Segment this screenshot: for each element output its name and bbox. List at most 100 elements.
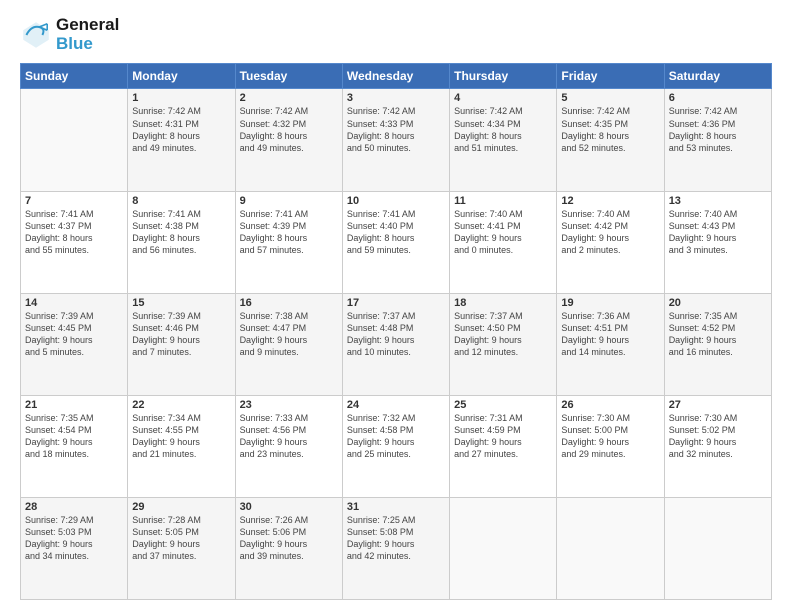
calendar-cell: 6Sunrise: 7:42 AM Sunset: 4:36 PM Daylig…	[664, 89, 771, 191]
calendar-cell	[450, 497, 557, 599]
week-row-5: 28Sunrise: 7:29 AM Sunset: 5:03 PM Dayli…	[21, 497, 772, 599]
week-row-3: 14Sunrise: 7:39 AM Sunset: 4:45 PM Dayli…	[21, 293, 772, 395]
week-row-4: 21Sunrise: 7:35 AM Sunset: 4:54 PM Dayli…	[21, 395, 772, 497]
day-info: Sunrise: 7:28 AM Sunset: 5:05 PM Dayligh…	[132, 514, 230, 563]
day-info: Sunrise: 7:42 AM Sunset: 4:35 PM Dayligh…	[561, 105, 659, 154]
day-info: Sunrise: 7:41 AM Sunset: 4:40 PM Dayligh…	[347, 208, 445, 257]
calendar-cell: 1Sunrise: 7:42 AM Sunset: 4:31 PM Daylig…	[128, 89, 235, 191]
day-info: Sunrise: 7:40 AM Sunset: 4:43 PM Dayligh…	[669, 208, 767, 257]
weekday-header-tuesday: Tuesday	[235, 64, 342, 89]
calendar-cell: 7Sunrise: 7:41 AM Sunset: 4:37 PM Daylig…	[21, 191, 128, 293]
day-info: Sunrise: 7:29 AM Sunset: 5:03 PM Dayligh…	[25, 514, 123, 563]
day-info: Sunrise: 7:26 AM Sunset: 5:06 PM Dayligh…	[240, 514, 338, 563]
weekday-header-wednesday: Wednesday	[342, 64, 449, 89]
day-number: 15	[132, 297, 230, 309]
calendar-cell: 12Sunrise: 7:40 AM Sunset: 4:42 PM Dayli…	[557, 191, 664, 293]
day-number: 3	[347, 92, 445, 104]
week-row-2: 7Sunrise: 7:41 AM Sunset: 4:37 PM Daylig…	[21, 191, 772, 293]
calendar-cell	[557, 497, 664, 599]
weekday-header-saturday: Saturday	[664, 64, 771, 89]
day-number: 2	[240, 92, 338, 104]
day-info: Sunrise: 7:35 AM Sunset: 4:52 PM Dayligh…	[669, 310, 767, 359]
calendar-cell: 8Sunrise: 7:41 AM Sunset: 4:38 PM Daylig…	[128, 191, 235, 293]
day-number: 4	[454, 92, 552, 104]
day-number: 24	[347, 399, 445, 411]
day-number: 31	[347, 501, 445, 513]
day-number: 21	[25, 399, 123, 411]
day-number: 7	[25, 195, 123, 207]
day-number: 17	[347, 297, 445, 309]
day-number: 16	[240, 297, 338, 309]
day-info: Sunrise: 7:40 AM Sunset: 4:42 PM Dayligh…	[561, 208, 659, 257]
day-number: 26	[561, 399, 659, 411]
calendar-cell: 10Sunrise: 7:41 AM Sunset: 4:40 PM Dayli…	[342, 191, 449, 293]
day-info: Sunrise: 7:31 AM Sunset: 4:59 PM Dayligh…	[454, 412, 552, 461]
day-info: Sunrise: 7:40 AM Sunset: 4:41 PM Dayligh…	[454, 208, 552, 257]
calendar-cell: 14Sunrise: 7:39 AM Sunset: 4:45 PM Dayli…	[21, 293, 128, 395]
calendar-cell: 21Sunrise: 7:35 AM Sunset: 4:54 PM Dayli…	[21, 395, 128, 497]
day-info: Sunrise: 7:37 AM Sunset: 4:50 PM Dayligh…	[454, 310, 552, 359]
calendar-cell: 27Sunrise: 7:30 AM Sunset: 5:02 PM Dayli…	[664, 395, 771, 497]
calendar-cell: 23Sunrise: 7:33 AM Sunset: 4:56 PM Dayli…	[235, 395, 342, 497]
day-number: 8	[132, 195, 230, 207]
day-number: 12	[561, 195, 659, 207]
day-info: Sunrise: 7:30 AM Sunset: 5:02 PM Dayligh…	[669, 412, 767, 461]
day-number: 20	[669, 297, 767, 309]
day-number: 13	[669, 195, 767, 207]
day-info: Sunrise: 7:33 AM Sunset: 4:56 PM Dayligh…	[240, 412, 338, 461]
logo-text: General Blue	[56, 16, 119, 53]
day-info: Sunrise: 7:32 AM Sunset: 4:58 PM Dayligh…	[347, 412, 445, 461]
page: General Blue SundayMondayTuesdayWednesda…	[0, 0, 792, 612]
day-number: 1	[132, 92, 230, 104]
day-number: 11	[454, 195, 552, 207]
calendar-cell: 4Sunrise: 7:42 AM Sunset: 4:34 PM Daylig…	[450, 89, 557, 191]
week-row-1: 1Sunrise: 7:42 AM Sunset: 4:31 PM Daylig…	[21, 89, 772, 191]
day-info: Sunrise: 7:42 AM Sunset: 4:31 PM Dayligh…	[132, 105, 230, 154]
weekday-header-row: SundayMondayTuesdayWednesdayThursdayFrid…	[21, 64, 772, 89]
day-number: 28	[25, 501, 123, 513]
day-info: Sunrise: 7:42 AM Sunset: 4:33 PM Dayligh…	[347, 105, 445, 154]
day-info: Sunrise: 7:35 AM Sunset: 4:54 PM Dayligh…	[25, 412, 123, 461]
day-info: Sunrise: 7:42 AM Sunset: 4:36 PM Dayligh…	[669, 105, 767, 154]
calendar-cell: 9Sunrise: 7:41 AM Sunset: 4:39 PM Daylig…	[235, 191, 342, 293]
day-info: Sunrise: 7:38 AM Sunset: 4:47 PM Dayligh…	[240, 310, 338, 359]
calendar-cell: 3Sunrise: 7:42 AM Sunset: 4:33 PM Daylig…	[342, 89, 449, 191]
calendar-cell: 19Sunrise: 7:36 AM Sunset: 4:51 PM Dayli…	[557, 293, 664, 395]
weekday-header-thursday: Thursday	[450, 64, 557, 89]
day-info: Sunrise: 7:42 AM Sunset: 4:34 PM Dayligh…	[454, 105, 552, 154]
logo: General Blue	[20, 16, 119, 53]
calendar-cell: 30Sunrise: 7:26 AM Sunset: 5:06 PM Dayli…	[235, 497, 342, 599]
day-number: 19	[561, 297, 659, 309]
day-info: Sunrise: 7:39 AM Sunset: 4:45 PM Dayligh…	[25, 310, 123, 359]
day-info: Sunrise: 7:42 AM Sunset: 4:32 PM Dayligh…	[240, 105, 338, 154]
calendar-cell: 11Sunrise: 7:40 AM Sunset: 4:41 PM Dayli…	[450, 191, 557, 293]
weekday-header-friday: Friday	[557, 64, 664, 89]
day-number: 23	[240, 399, 338, 411]
day-number: 18	[454, 297, 552, 309]
day-info: Sunrise: 7:37 AM Sunset: 4:48 PM Dayligh…	[347, 310, 445, 359]
calendar-cell: 28Sunrise: 7:29 AM Sunset: 5:03 PM Dayli…	[21, 497, 128, 599]
day-number: 10	[347, 195, 445, 207]
calendar-cell: 15Sunrise: 7:39 AM Sunset: 4:46 PM Dayli…	[128, 293, 235, 395]
calendar-cell	[664, 497, 771, 599]
day-number: 9	[240, 195, 338, 207]
calendar-cell	[21, 89, 128, 191]
calendar-cell: 16Sunrise: 7:38 AM Sunset: 4:47 PM Dayli…	[235, 293, 342, 395]
day-info: Sunrise: 7:36 AM Sunset: 4:51 PM Dayligh…	[561, 310, 659, 359]
calendar-cell: 18Sunrise: 7:37 AM Sunset: 4:50 PM Dayli…	[450, 293, 557, 395]
weekday-header-sunday: Sunday	[21, 64, 128, 89]
calendar-cell: 26Sunrise: 7:30 AM Sunset: 5:00 PM Dayli…	[557, 395, 664, 497]
day-number: 6	[669, 92, 767, 104]
calendar-cell: 25Sunrise: 7:31 AM Sunset: 4:59 PM Dayli…	[450, 395, 557, 497]
day-number: 14	[25, 297, 123, 309]
day-info: Sunrise: 7:41 AM Sunset: 4:39 PM Dayligh…	[240, 208, 338, 257]
calendar-cell: 24Sunrise: 7:32 AM Sunset: 4:58 PM Dayli…	[342, 395, 449, 497]
header: General Blue	[20, 16, 772, 53]
day-info: Sunrise: 7:25 AM Sunset: 5:08 PM Dayligh…	[347, 514, 445, 563]
calendar-cell: 22Sunrise: 7:34 AM Sunset: 4:55 PM Dayli…	[128, 395, 235, 497]
day-number: 29	[132, 501, 230, 513]
day-info: Sunrise: 7:39 AM Sunset: 4:46 PM Dayligh…	[132, 310, 230, 359]
logo-icon	[20, 19, 52, 51]
day-info: Sunrise: 7:34 AM Sunset: 4:55 PM Dayligh…	[132, 412, 230, 461]
day-number: 22	[132, 399, 230, 411]
